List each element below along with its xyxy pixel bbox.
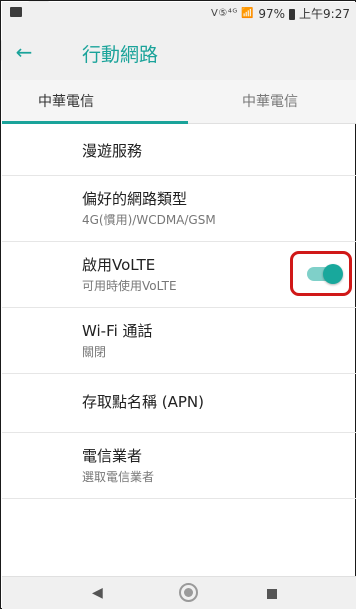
setting-subtitle: 4G(慣用)/WCDMA/GSM	[82, 213, 216, 227]
setting-volte[interactable]: 啟用VoLTE 可用時使用VoLTE	[2, 242, 356, 308]
clock: 上午9:27	[299, 7, 350, 21]
setting-subtitle: 可用時使用VoLTE	[82, 279, 177, 293]
status-right: V⑤⁴ᴳ 📶 97% 上午9:27	[211, 5, 350, 22]
setting-title: 啟用VoLTE	[82, 256, 156, 274]
battery-percent: 97%	[258, 6, 286, 21]
setting-apn[interactable]: 存取點名稱 (APN)	[2, 374, 356, 433]
navigation-bar: ◀	[2, 576, 356, 609]
battery-icon	[289, 9, 296, 20]
image-icon	[10, 7, 22, 17]
nav-home-icon[interactable]	[179, 583, 198, 602]
tab-carrier-2[interactable]: 中華電信	[242, 80, 298, 124]
setting-subtitle: 關閉	[82, 345, 107, 359]
tab-carrier-1[interactable]: 中華電信	[38, 80, 94, 124]
page-title: 行動網路	[82, 44, 159, 66]
setting-title: 存取點名稱 (APN)	[82, 393, 205, 411]
tab-indicator	[2, 121, 188, 124]
nav-recent-icon[interactable]	[267, 589, 277, 599]
network-icons: V⑤⁴ᴳ 📶	[211, 8, 255, 19]
setting-preferred-network[interactable]: 偏好的網路類型 4G(慣用)/WCDMA/GSM	[2, 176, 356, 242]
setting-carrier[interactable]: 電信業者 選取電信業者	[2, 433, 356, 499]
setting-subtitle: 選取電信業者	[82, 470, 155, 484]
carrier-tabs: 中華電信 中華電信	[2, 80, 356, 124]
status-bar: V⑤⁴ᴳ 📶 97% 上午9:27	[2, 2, 356, 24]
setting-title: 偏好的網路類型	[82, 190, 188, 208]
setting-title: 電信業者	[82, 447, 143, 465]
volte-toggle[interactable]	[307, 264, 343, 284]
back-arrow-icon[interactable]: ←	[12, 40, 36, 64]
setting-title: 漫遊服務	[82, 142, 143, 160]
app-bar: ← 行動網路	[2, 24, 356, 80]
setting-roaming[interactable]: 漫遊服務	[2, 125, 356, 176]
toggle-thumb	[323, 264, 343, 284]
settings-list: 漫遊服務 偏好的網路類型 4G(慣用)/WCDMA/GSM 啟用VoLTE 可用…	[2, 125, 356, 499]
phone-screen: V⑤⁴ᴳ 📶 97% 上午9:27 ← 行動網路 中華電信 中華電信 漫遊服務 …	[0, 0, 356, 609]
setting-title: Wi-Fi 通話	[82, 322, 153, 340]
setting-wifi-calling[interactable]: Wi-Fi 通話 關閉	[2, 308, 356, 374]
nav-back-icon[interactable]: ◀	[92, 585, 103, 601]
